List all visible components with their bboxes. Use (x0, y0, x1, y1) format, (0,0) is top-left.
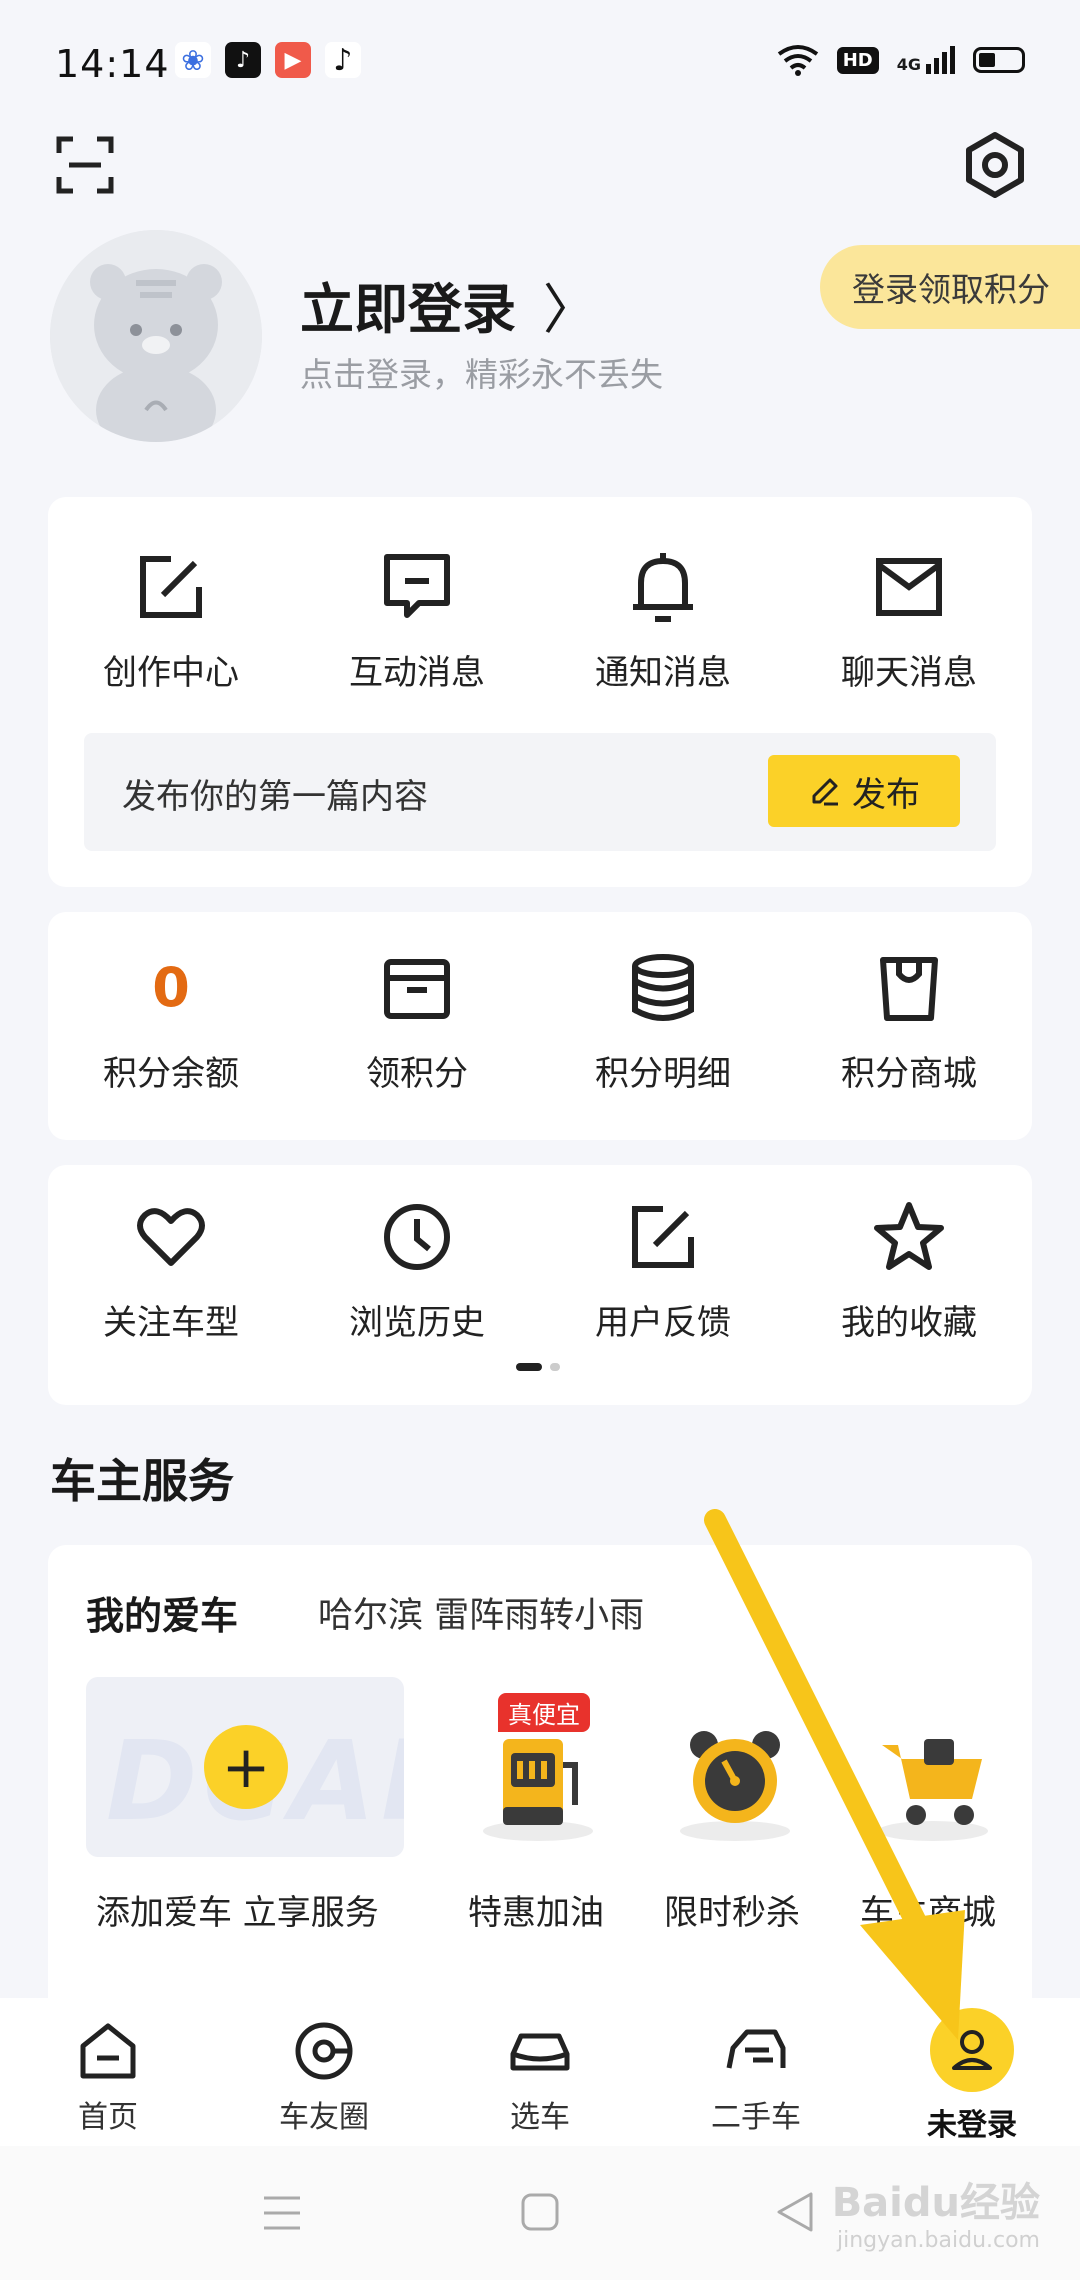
used-car-icon (726, 2029, 786, 2069)
points-balance-button[interactable]: 0 积分余额 (48, 950, 294, 1095)
chat-icon (384, 554, 450, 618)
nav-used-car[interactable]: 二手车 (648, 1998, 864, 2146)
edit-icon (632, 1206, 694, 1268)
chevron-right-icon: 〉 (542, 278, 597, 341)
notification-messages-button[interactable]: 通知消息 (540, 549, 786, 694)
owner-mall-label[interactable]: 车主商城 (860, 1885, 996, 1934)
browse-history-button[interactable]: 浏览历史 (294, 1199, 540, 1344)
box-icon (384, 959, 450, 1019)
nav-community[interactable]: 车友圈 (216, 1998, 432, 2146)
creation-center-button[interactable]: 创作中心 (48, 549, 294, 694)
gas-discount-label[interactable]: 特惠加油 (468, 1885, 604, 1934)
pen-icon (812, 778, 838, 806)
publish-prompt: 发布你的第一篇内容 (122, 777, 428, 817)
messages-card: 创作中心 互动消息 通知消息 聊天消息 发布你的第一篇内容 发布 (48, 497, 1032, 887)
watermark-logo: Baidu经验 (831, 2180, 1040, 2226)
weather-text: 哈尔滨 雷阵雨转小雨 (318, 1596, 645, 1636)
login-points-pill[interactable]: 登录领取积分 (820, 245, 1080, 329)
status-time: 14:14 (55, 42, 170, 86)
user-feedback-button[interactable]: 用户反馈 (540, 1199, 786, 1344)
heart-icon (137, 1208, 205, 1266)
nav-profile-active-bg (930, 2008, 1014, 2092)
kuaishou-icon: ▶ (275, 42, 311, 78)
hd-badge: HD (836, 46, 879, 74)
points-balance-value: 0 (152, 956, 190, 1019)
publish-bar: 发布你的第一篇内容 发布 (84, 733, 996, 851)
star-icon (874, 1202, 944, 1270)
avatar[interactable] (50, 230, 262, 442)
points-detail-button[interactable]: 积分明细 (540, 950, 786, 1095)
tiktok-lite-icon: ♪ (225, 42, 261, 78)
owner-services-title: 车主服务 (50, 1454, 234, 1508)
car-icon (510, 2033, 570, 2071)
alarm-clock-icon[interactable] (670, 1715, 800, 1845)
earn-points-button[interactable]: 领积分 (294, 950, 540, 1095)
mail-icon (876, 558, 942, 616)
nav-profile[interactable]: 未登录 (864, 1998, 1080, 2146)
home-square-icon[interactable] (520, 2192, 560, 2232)
shopping-bag-icon (880, 957, 938, 1021)
user-icon (952, 2030, 992, 2070)
points-card: 0 积分余额 领积分 积分明细 积分商城 (48, 912, 1032, 1140)
battery-icon (973, 47, 1025, 73)
circle-icon (295, 2022, 353, 2080)
tiktok-icon: ♪ (325, 42, 361, 78)
chat-messages-button[interactable]: 聊天消息 (786, 549, 1032, 694)
gas-pump-icon[interactable] (473, 1715, 603, 1845)
nav-home[interactable]: 首页 (0, 1998, 216, 2146)
status-system-icons: HD 4G (777, 44, 1025, 76)
login-subtitle: 点击登录，精彩永不丢失 (300, 355, 663, 394)
add-car-label[interactable]: 添加爱车 立享服务 (96, 1885, 379, 1934)
database-icon (632, 954, 694, 1021)
wifi-icon (777, 45, 818, 76)
scan-icon[interactable] (55, 135, 115, 195)
clock-icon (384, 1204, 450, 1270)
login-title[interactable]: 立即登录 〉 (300, 265, 597, 344)
nav-choose-car[interactable]: 选车 (432, 1998, 648, 2146)
tools-card: 关注车型 浏览历史 用户反馈 我的收藏 (48, 1165, 1032, 1405)
status-app-icons: ❀ ♪ ▶ ♪ (175, 42, 361, 78)
flash-sale-label[interactable]: 限时秒杀 (664, 1885, 800, 1934)
settings-icon[interactable] (960, 130, 1030, 200)
my-car-title: 我的爱车 (86, 1594, 239, 1638)
home-icon (80, 2023, 136, 2079)
publish-button[interactable]: 发布 (768, 755, 960, 827)
add-car-button[interactable]: DCAR + (86, 1677, 404, 1857)
owner-services-card: 我的爱车 哈尔滨 雷阵雨转小雨 DCAR + 添加爱车 立享服务 真便宜 特惠加… (48, 1545, 1032, 2015)
interaction-messages-button[interactable]: 互动消息 (294, 549, 540, 694)
follow-models-button[interactable]: 关注车型 (48, 1199, 294, 1344)
my-favorites-button[interactable]: 我的收藏 (786, 1199, 1032, 1344)
edit-icon (140, 556, 202, 618)
page-indicator (516, 1363, 560, 1371)
watermark-url: jingyan.baidu.com (836, 2228, 1040, 2253)
menu-icon[interactable] (262, 2194, 302, 2232)
tiger-avatar-icon (50, 230, 262, 442)
plus-icon: + (204, 1725, 288, 1809)
discount-tag: 真便宜 (498, 1693, 590, 1732)
bell-icon (633, 553, 693, 622)
baidu-paw-icon: ❀ (175, 42, 211, 78)
signal-icon: 4G (897, 46, 955, 74)
back-triangle-icon[interactable] (775, 2190, 815, 2234)
bottom-nav: 首页 车友圈 选车 二手车 未登录 (0, 1998, 1080, 2146)
points-mall-button[interactable]: 积分商城 (786, 950, 1032, 1095)
shopping-cart-icon[interactable] (868, 1715, 998, 1845)
